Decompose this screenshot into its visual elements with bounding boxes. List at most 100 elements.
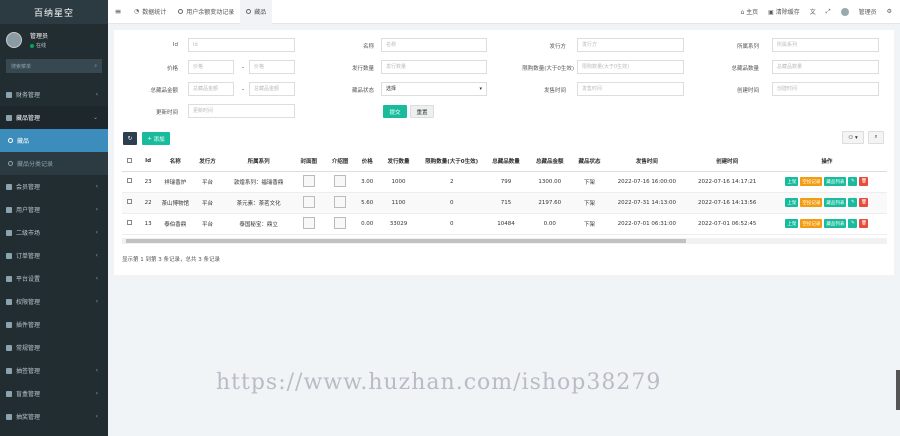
- airdrop-log-button[interactable]: 空投记录: [800, 219, 823, 228]
- price-max-field[interactable]: 价格: [249, 60, 295, 74]
- intro-image[interactable]: [324, 171, 356, 193]
- updated-time-field[interactable]: 更新时间: [188, 104, 295, 118]
- edit-icon[interactable]: ✎: [848, 177, 858, 186]
- sidebar-item-draw[interactable]: 抽签管理 ‹: [0, 359, 108, 382]
- cover-image[interactable]: [293, 171, 325, 193]
- created-time-field[interactable]: 创建时间: [772, 82, 879, 96]
- column-header[interactable]: Id: [136, 152, 160, 172]
- search-input[interactable]: 搜索菜单: [11, 63, 31, 70]
- delete-icon[interactable]: 🗑: [859, 219, 869, 228]
- scrollbar-thumb[interactable]: [126, 239, 686, 243]
- amount-min-field[interactable]: 总藏品金额: [188, 82, 234, 96]
- sidebar-subitem-collection[interactable]: 藏品: [0, 129, 108, 152]
- settings-gear-icon[interactable]: ⚙: [887, 8, 892, 15]
- name-field[interactable]: 名称: [381, 38, 487, 52]
- fullscreen-icon[interactable]: ⤢: [826, 8, 831, 16]
- column-header[interactable]: 创建时间: [687, 152, 767, 172]
- row-checkbox[interactable]: [122, 171, 137, 193]
- refresh-icon[interactable]: ↻: [123, 132, 137, 145]
- table-row[interactable]: 23 祥瑞香炉 平台 敦煌系列：福瑞香鼎 3.00 1000 2 799 130…: [122, 171, 887, 193]
- total-qty-field[interactable]: 总藏品数量: [772, 60, 879, 74]
- id-field[interactable]: Id: [188, 38, 295, 52]
- app-brand[interactable]: 百纳星空: [0, 0, 108, 24]
- sidebar-item-orders[interactable]: 订单管理 ‹: [0, 244, 108, 267]
- columns-toggle-icon[interactable]: ⚇ ▾: [842, 131, 864, 144]
- row-checkbox[interactable]: [122, 213, 137, 235]
- series-field[interactable]: 所属系列: [772, 38, 879, 52]
- cover-image[interactable]: [293, 192, 325, 214]
- row-checkbox[interactable]: [122, 192, 137, 214]
- tab-balance-log[interactable]: 用户余额变动记录: [172, 0, 240, 24]
- sidebar-item-member[interactable]: 会员管理 ‹: [0, 175, 108, 198]
- column-header[interactable]: 总藏品数量: [485, 152, 527, 172]
- menu-toggle-icon[interactable]: ≡: [108, 7, 128, 16]
- search-icon[interactable]: ⌕: [94, 63, 97, 69]
- sale-time-field[interactable]: 发售时间: [577, 82, 684, 96]
- chevron-left-icon: ‹: [95, 390, 98, 397]
- list-on-button[interactable]: 上架: [785, 219, 799, 228]
- list-on-button[interactable]: 上架: [785, 177, 799, 186]
- side-scroll-handle[interactable]: [896, 370, 900, 410]
- clear-cache-button[interactable]: ▣ 清除缓存: [768, 7, 800, 16]
- column-header[interactable]: 价格: [355, 152, 379, 172]
- column-header[interactable]: 藏品状态: [572, 152, 607, 172]
- column-header[interactable]: 封面图: [293, 152, 325, 172]
- airdrop-log-button[interactable]: 空投记录: [800, 198, 823, 207]
- select-all-checkbox[interactable]: [122, 152, 137, 172]
- admin-name[interactable]: 管理员: [859, 7, 877, 16]
- sidebar-subitem-category-log[interactable]: 藏品分类记录: [0, 152, 108, 175]
- issuer-field[interactable]: 发行方: [577, 38, 684, 52]
- limit-qty-field[interactable]: 限购数量(大于0生效): [577, 60, 684, 74]
- column-header[interactable]: 发售时间: [606, 152, 688, 172]
- column-header[interactable]: 限购数量(大于0生效): [418, 152, 486, 172]
- home-link[interactable]: ⌂ 主页: [740, 7, 758, 16]
- column-header[interactable]: 介绍图: [324, 152, 356, 172]
- issue-qty-field[interactable]: 发行数量: [381, 60, 487, 74]
- sidebar-item-platform-settings[interactable]: 平台设置 ‹: [0, 267, 108, 290]
- delete-icon[interactable]: 🗑: [859, 198, 869, 207]
- tab-collection[interactable]: 藏品: [240, 0, 273, 24]
- cell-created: 2022-07-01 06:52:45: [687, 213, 767, 235]
- sidebar-search[interactable]: 搜索菜单 ⌕: [6, 59, 102, 73]
- delete-icon[interactable]: 🗑: [859, 177, 869, 186]
- column-header[interactable]: 发行数量: [378, 152, 419, 172]
- sidebar-item-permissions[interactable]: 权限管理 ‹: [0, 290, 108, 313]
- cover-image[interactable]: [293, 213, 325, 235]
- price-min-field[interactable]: 价格: [188, 60, 234, 74]
- item-list-button[interactable]: 藏品列表: [824, 177, 847, 186]
- airdrop-log-button[interactable]: 空投记录: [800, 177, 823, 186]
- column-header[interactable]: 发行方: [190, 152, 225, 172]
- tab-statistics[interactable]: ◔ 数据统计: [128, 0, 172, 24]
- language-icon[interactable]: 文: [810, 7, 816, 16]
- amount-max-field[interactable]: 总藏品金额: [249, 82, 295, 96]
- horizontal-scrollbar[interactable]: [122, 238, 887, 244]
- column-header[interactable]: 总藏品金额: [526, 152, 573, 172]
- submit-button[interactable]: 提交: [383, 105, 407, 118]
- sidebar-item-general[interactable]: 常规管理: [0, 336, 108, 359]
- item-list-button[interactable]: 藏品列表: [824, 219, 847, 228]
- reset-button[interactable]: 重置: [410, 105, 434, 118]
- sidebar-item-market[interactable]: 二级市场 ‹: [0, 221, 108, 244]
- sidebar-item-blindbox[interactable]: 盲盒管理 ‹: [0, 382, 108, 405]
- sidebar-item-users[interactable]: 用户管理 ‹: [0, 198, 108, 221]
- sidebar-item-collection[interactable]: 藏品管理 ⌄: [0, 106, 108, 129]
- add-button[interactable]: + 添加: [142, 132, 170, 145]
- cell-sale-time: 2022-07-16 16:00:00: [606, 171, 688, 193]
- intro-image[interactable]: [324, 192, 356, 214]
- admin-avatar[interactable]: [840, 7, 849, 16]
- edit-icon[interactable]: ✎: [848, 198, 858, 207]
- table-row[interactable]: 13 泰伯香鼎 平台 泰国秘宝：鼎立 0.00 33029 0 10484 0.…: [122, 213, 887, 235]
- intro-image[interactable]: [324, 213, 356, 235]
- search-toggle-icon[interactable]: ⌕: [868, 131, 884, 144]
- list-on-button[interactable]: 上架: [785, 198, 799, 207]
- sidebar-item-finance[interactable]: 财务管理 ‹: [0, 83, 108, 106]
- table-row[interactable]: 22 茶山博物馆 平台 茶元素：茶茗文化 5.60 1100 0 715 219…: [122, 192, 887, 214]
- status-select[interactable]: 选择 ▾: [381, 82, 487, 96]
- column-header[interactable]: 名称: [159, 152, 191, 172]
- column-header[interactable]: 所属系列: [224, 152, 294, 172]
- sidebar-item-plugins[interactable]: 插件管理: [0, 313, 108, 336]
- table-header: Id 名称 发行方 所属系列 封面图 介绍图 价格 发行数量 限购数量(大于0生…: [122, 152, 887, 172]
- edit-icon[interactable]: ✎: [848, 219, 858, 228]
- sidebar-item-lottery[interactable]: 抽奖管理 ‹: [0, 405, 108, 428]
- item-list-button[interactable]: 藏品列表: [824, 198, 847, 207]
